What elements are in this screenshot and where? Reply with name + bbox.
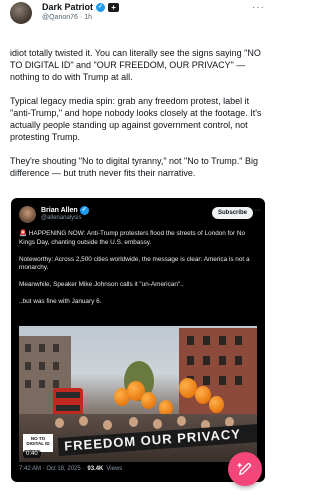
verified-check-icon: ✓ bbox=[96, 2, 106, 12]
views-count: 93.4K bbox=[87, 466, 104, 472]
post-header: Dark Patriot ✓ + @Qanon76 · 1h ··· bbox=[10, 0, 265, 26]
post-paragraph: They're shouting "No to digital tyranny,… bbox=[10, 156, 258, 178]
quoted-author-avatar[interactable] bbox=[19, 206, 36, 223]
post-body: idiot totally twisted it. You can litera… bbox=[10, 47, 268, 191]
video-duration: 0:40 bbox=[23, 450, 41, 458]
subscribe-button[interactable]: Subscribe bbox=[211, 207, 253, 219]
video-balloon bbox=[141, 392, 156, 409]
embedded-video[interactable]: FREEDOM OUR PRIVACY NO TO DIGITAL ID 0:4… bbox=[19, 326, 257, 462]
verified-check-icon: ✓ bbox=[79, 206, 89, 215]
views-label: Views bbox=[106, 466, 123, 472]
quoted-post-card[interactable]: Brian Allen ✓ @allenanalysis Subscribe ·… bbox=[11, 198, 265, 482]
quoted-paragraph: 🚨 HAPPENING NOW: Anti-Trump protesters f… bbox=[19, 230, 246, 246]
quoted-paragraph: Meanwhile, Speaker Mike Johnson calls it… bbox=[19, 281, 184, 288]
author-name-row[interactable]: Dark Patriot ✓ + bbox=[42, 2, 120, 12]
compose-button[interactable] bbox=[228, 452, 262, 486]
plus-badge-icon: + bbox=[108, 2, 120, 12]
time-separator: · bbox=[79, 14, 83, 21]
post-time[interactable]: 1h bbox=[84, 14, 92, 21]
quoted-author-display-name[interactable]: Brian Allen bbox=[41, 207, 78, 214]
quoted-post-timestamp[interactable]: 7:42 AM · Oct 18, 2025 · bbox=[19, 466, 84, 472]
compose-feather-icon bbox=[237, 462, 252, 475]
post-paragraph: Typical legacy media spin: grab any free… bbox=[10, 96, 262, 142]
quoted-post-header: Brian Allen ✓ @allenanalysis Subscribe ·… bbox=[19, 206, 261, 224]
author-display-name[interactable]: Dark Patriot bbox=[42, 2, 93, 12]
author-handle-row: @Qanon76 · 1h bbox=[42, 14, 92, 21]
quoted-author-name-row[interactable]: Brian Allen ✓ bbox=[41, 206, 89, 215]
post-paragraph: idiot totally twisted it. You can litera… bbox=[10, 48, 261, 82]
author-avatar[interactable] bbox=[10, 2, 32, 24]
quoted-post-body: 🚨 HAPPENING NOW: Anti-Trump protesters f… bbox=[19, 230, 257, 315]
author-handle[interactable]: @Qanon76 bbox=[42, 14, 78, 21]
more-dots-icon[interactable]: ··· bbox=[252, 2, 265, 13]
quoted-post-footer: 7:42 AM · Oct 18, 2025 · 93.4K Views bbox=[19, 466, 122, 472]
quoted-paragraph: Noteworthy: Across 2,500 cities worldwid… bbox=[19, 255, 250, 272]
more-dots-icon[interactable]: ··· bbox=[254, 207, 261, 214]
video-balloon bbox=[209, 396, 224, 413]
quoted-author-handle[interactable]: @allenanalysis bbox=[41, 215, 81, 221]
quoted-paragraph: ..but was fine with January 6. bbox=[19, 298, 102, 305]
